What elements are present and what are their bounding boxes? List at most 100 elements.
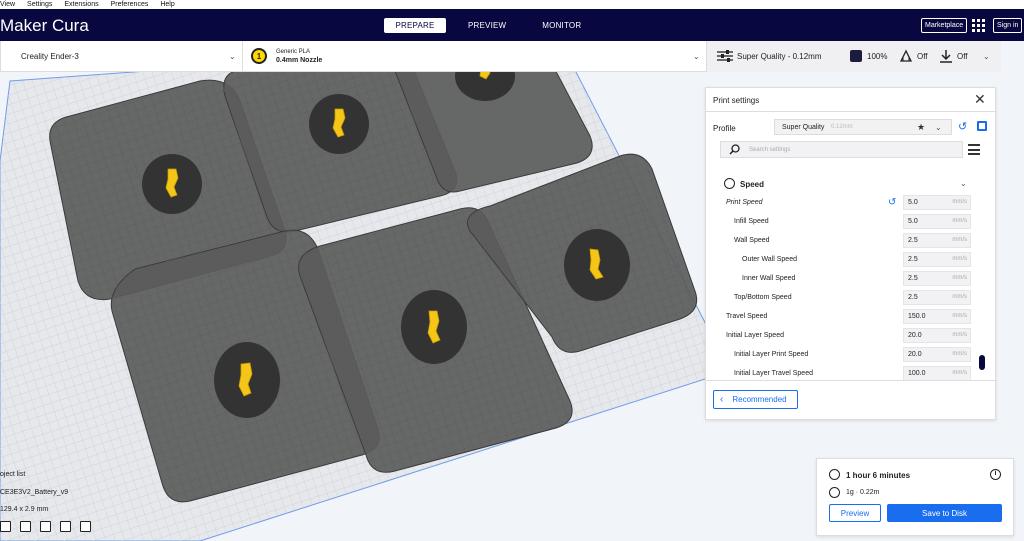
setting-value: 5.0 bbox=[908, 199, 918, 206]
view-orientation-controls bbox=[0, 521, 91, 532]
settings-menu-icon[interactable] bbox=[968, 144, 980, 155]
menu-bar: View Settings Extensions Preferences Hel… bbox=[0, 0, 1024, 9]
settings-scrollbar[interactable] bbox=[979, 355, 985, 370]
menu-view[interactable]: View bbox=[0, 1, 21, 8]
setting-input[interactable]: 20.0 mm/s bbox=[903, 347, 971, 362]
material-usage: 1g · 0.22m bbox=[846, 489, 880, 496]
setting-input[interactable]: 100.0 mm/s bbox=[903, 366, 971, 380]
reset-profile-icon[interactable]: ↺ bbox=[958, 120, 967, 133]
chevron-down-icon: ⌄ bbox=[960, 179, 967, 188]
setting-row: Inner Wall Speed 2.5 mm/s bbox=[706, 270, 976, 289]
nozzle-size: 0.4mm Nozzle bbox=[276, 57, 323, 64]
save-profile-icon[interactable] bbox=[977, 121, 987, 131]
setting-row: Print Speed ↺ 5.0 mm/s bbox=[706, 194, 976, 213]
view-left-icon[interactable] bbox=[60, 521, 71, 532]
panel-title: Print settings bbox=[713, 96, 760, 105]
setting-value: 2.5 bbox=[908, 256, 918, 263]
infill-icon bbox=[850, 50, 862, 62]
tab-prepare[interactable]: PREPARE bbox=[384, 18, 446, 33]
support-value: Off bbox=[917, 52, 928, 61]
menu-preferences[interactable]: Preferences bbox=[111, 1, 155, 8]
stage-tabs: PREPARE PREVIEW MONITOR bbox=[384, 18, 603, 33]
setting-input[interactable]: 5.0 mm/s bbox=[903, 195, 971, 210]
app-header: Maker Cura PREPARE PREVIEW MONITOR Marke… bbox=[0, 9, 1024, 41]
setting-label: Print Speed bbox=[726, 199, 763, 206]
setting-unit: mm/s bbox=[952, 370, 967, 376]
setting-row: Infill Speed 5.0 mm/s bbox=[706, 213, 976, 232]
recommended-button[interactable]: ‹ Recommended bbox=[713, 390, 798, 409]
setting-row: Top/Bottom Speed 2.5 mm/s bbox=[706, 289, 976, 308]
setting-input[interactable]: 2.5 mm/s bbox=[903, 233, 971, 248]
setting-unit: mm/s bbox=[952, 313, 967, 319]
setting-unit: mm/s bbox=[952, 294, 967, 300]
category-label: Speed bbox=[740, 180, 765, 189]
adhesion-value: Off bbox=[957, 52, 968, 61]
material-name: Generic PLA bbox=[276, 49, 311, 55]
chevron-down-icon: ⌄ bbox=[229, 52, 236, 61]
material-selector[interactable]: 1 Generic PLA 0.4mm Nozzle ⌄ bbox=[243, 41, 707, 72]
adhesion-icon bbox=[940, 50, 952, 63]
print-settings-panel: Print settings ✕ Profile Super Quality 0… bbox=[705, 87, 997, 420]
setting-label: Inner Wall Speed bbox=[742, 275, 796, 282]
reset-setting-icon[interactable]: ↺ bbox=[888, 197, 896, 208]
print-settings-selector[interactable]: Super Quality - 0.12mm 100% Off Off ⌄ bbox=[707, 41, 1001, 72]
setting-value: 2.5 bbox=[908, 237, 918, 244]
view-front-icon[interactable] bbox=[20, 521, 31, 532]
setting-label: Initial Layer Print Speed bbox=[734, 351, 809, 358]
support-icon bbox=[899, 49, 913, 62]
save-to-disk-button[interactable]: Save to Disk bbox=[887, 504, 1002, 522]
setting-unit: mm/s bbox=[952, 199, 967, 205]
close-icon[interactable]: ✕ bbox=[974, 91, 986, 108]
object-name: CE3E3V2_Battery_v9 bbox=[0, 489, 69, 496]
settings-list[interactable]: Speed ⌄ Print Speed ↺ 5.0 mm/s Infill Sp… bbox=[706, 170, 997, 380]
info-icon[interactable]: i bbox=[990, 469, 1001, 480]
setting-value: 100.0 bbox=[908, 370, 926, 377]
menu-settings[interactable]: Settings bbox=[27, 1, 58, 8]
tab-preview[interactable]: PREVIEW bbox=[454, 18, 520, 33]
setting-value: 2.5 bbox=[908, 294, 918, 301]
view-right-icon[interactable] bbox=[80, 521, 91, 532]
star-icon: ★ bbox=[917, 122, 926, 132]
profile-dropdown[interactable]: Super Quality 0.12mm ★ ⌄ bbox=[774, 119, 952, 135]
setting-input[interactable]: 20.0 mm/s bbox=[903, 328, 971, 343]
setting-input[interactable]: 2.5 mm/s bbox=[903, 290, 971, 305]
infill-value: 100% bbox=[867, 52, 888, 61]
menu-help[interactable]: Help bbox=[160, 1, 180, 8]
printer-name: Creality Ender-3 bbox=[21, 52, 79, 61]
view-top-icon[interactable] bbox=[40, 521, 51, 532]
setting-input[interactable]: 150.0 mm/s bbox=[903, 309, 971, 324]
setting-label: Infill Speed bbox=[734, 218, 769, 225]
recommended-label: Recommended bbox=[732, 395, 787, 404]
menu-extensions[interactable]: Extensions bbox=[64, 1, 104, 8]
view-3d-icon[interactable] bbox=[0, 521, 11, 532]
printer-selector[interactable]: Creality Ender-3 ⌄ bbox=[9, 41, 243, 72]
setting-value: 20.0 bbox=[908, 351, 922, 358]
setting-row: Initial Layer Print Speed 20.0 mm/s bbox=[706, 346, 976, 365]
material-spool-icon bbox=[829, 487, 840, 498]
setting-row: Outer Wall Speed 2.5 mm/s bbox=[706, 251, 976, 270]
setting-label: Outer Wall Speed bbox=[742, 256, 797, 263]
settings-search-input[interactable]: Search settings bbox=[720, 141, 963, 158]
output-action-panel: 1 hour 6 minutes i 1g · 0.22m Preview Sa… bbox=[816, 458, 1014, 536]
setting-input[interactable]: 2.5 mm/s bbox=[903, 252, 971, 267]
setting-input[interactable]: 2.5 mm/s bbox=[903, 271, 971, 286]
clock-icon bbox=[829, 469, 840, 480]
marketplace-button[interactable]: Marketplace bbox=[921, 18, 968, 33]
setting-unit: mm/s bbox=[952, 351, 967, 357]
object-dimensions: 129.4 x 2.9 mm bbox=[0, 506, 49, 513]
object-list-toggle[interactable]: oject list bbox=[0, 471, 25, 478]
setting-row: Wall Speed 2.5 mm/s bbox=[706, 232, 976, 251]
divider bbox=[706, 111, 997, 112]
apps-grid-icon[interactable] bbox=[972, 19, 985, 32]
setting-input[interactable]: 5.0 mm/s bbox=[903, 214, 971, 229]
setting-value: 5.0 bbox=[908, 218, 918, 225]
sliders-icon bbox=[717, 50, 733, 62]
search-placeholder: Search settings bbox=[749, 147, 791, 153]
quality-profile-label: Super Quality - 0.12mm bbox=[737, 52, 822, 61]
setting-unit: mm/s bbox=[952, 332, 967, 338]
setting-label: Travel Speed bbox=[726, 313, 768, 320]
sign-in-button[interactable]: Sign in bbox=[993, 18, 1023, 33]
category-speed[interactable]: Speed ⌄ bbox=[720, 177, 975, 192]
preview-button[interactable]: Preview bbox=[829, 504, 881, 522]
tab-monitor[interactable]: MONITOR bbox=[528, 18, 595, 33]
